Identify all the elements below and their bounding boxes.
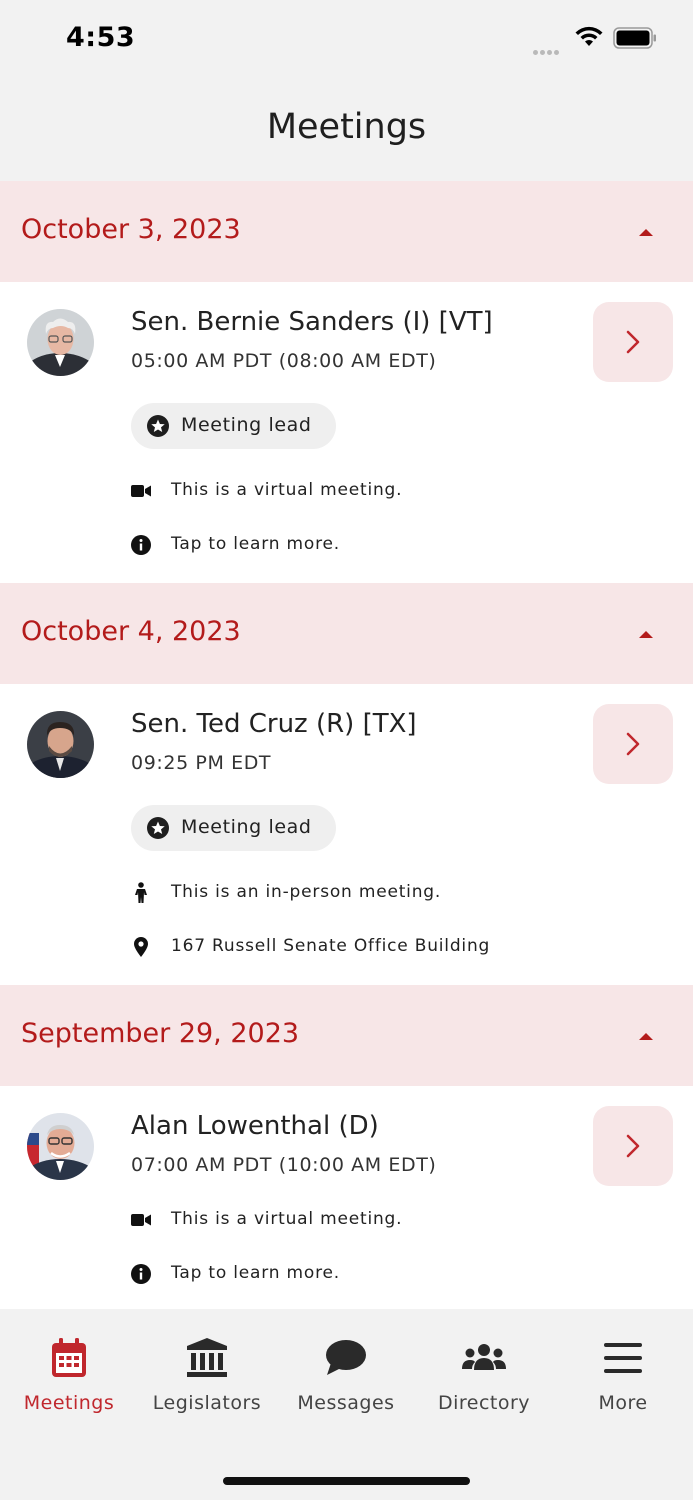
avatar <box>27 309 94 376</box>
video-camera-icon <box>131 480 151 502</box>
tab-directory[interactable]: Directory <box>415 1335 553 1435</box>
status-bar: 4:53 <box>0 0 693 80</box>
navigation-header: Meetings <box>0 80 693 181</box>
people-group-icon <box>415 1335 553 1381</box>
date-section-header[interactable]: October 3, 2023 <box>0 181 693 282</box>
meeting-card[interactable]: Sen. Bernie Sanders (I) [VT] 05:00 AM PD… <box>0 282 693 583</box>
tab-meetings[interactable]: Meetings <box>0 1335 138 1435</box>
meetings-list[interactable]: October 3, 2023 Sen. Bernie Sanders (I) … <box>0 181 693 1309</box>
legislator-name: Sen. Bernie Sanders (I) [VT] <box>131 307 493 337</box>
legislator-name: Alan Lowenthal (D) <box>131 1111 379 1141</box>
status-time: 4:53 <box>66 22 136 53</box>
tab-more[interactable]: More <box>554 1335 692 1435</box>
open-meeting-button[interactable] <box>593 704 673 784</box>
avatar <box>27 1113 94 1180</box>
meeting-time: 09:25 PM EDT <box>131 752 272 774</box>
chevron-right-icon <box>626 732 640 756</box>
tab-label: Legislators <box>152 1392 262 1414</box>
meeting-type-text: This is a virtual meeting. <box>171 1209 403 1229</box>
legislator-name: Sen. Ted Cruz (R) [TX] <box>131 709 417 739</box>
section-date: September 29, 2023 <box>21 1018 300 1049</box>
chevron-right-icon <box>626 330 640 354</box>
meeting-info-text: Tap to learn more. <box>171 534 340 554</box>
meeting-card[interactable]: Sen. Ted Cruz (R) [TX] 09:25 PM EDT Meet… <box>0 684 693 985</box>
info-icon <box>131 1263 151 1285</box>
meeting-lead-badge: Meeting lead <box>131 805 336 851</box>
open-meeting-button[interactable] <box>593 1106 673 1186</box>
tab-label: More <box>598 1392 648 1414</box>
meeting-lead-badge: Meeting lead <box>131 403 336 449</box>
date-section-header[interactable]: September 29, 2023 <box>0 985 693 1086</box>
home-indicator <box>223 1477 470 1485</box>
tab-label: Meetings <box>23 1392 115 1414</box>
bottom-tab-bar: Meetings Legislators Messages Directory … <box>0 1309 693 1500</box>
location-pin-icon <box>131 936 151 958</box>
video-camera-icon <box>131 1209 151 1231</box>
star-icon <box>147 817 169 839</box>
battery-icon <box>613 27 656 49</box>
tab-label: Directory <box>437 1392 531 1414</box>
section-date: October 3, 2023 <box>21 214 241 245</box>
date-section-header[interactable]: October 4, 2023 <box>0 583 693 684</box>
meeting-type-text: This is an in-person meeting. <box>171 882 442 902</box>
meeting-time: 05:00 AM PDT (08:00 AM EDT) <box>131 350 437 372</box>
tab-legislators[interactable]: Legislators <box>138 1335 276 1435</box>
info-icon <box>131 534 151 556</box>
tab-label: Messages <box>297 1392 395 1414</box>
calendar-icon <box>0 1335 138 1381</box>
meeting-card[interactable]: Alan Lowenthal (D) 07:00 AM PDT (10:00 A… <box>0 1086 693 1309</box>
capitol-building-icon <box>138 1335 276 1381</box>
meeting-time: 07:00 AM PDT (10:00 AM EDT) <box>131 1154 437 1176</box>
meeting-info-text: Tap to learn more. <box>171 1263 340 1283</box>
section-date: October 4, 2023 <box>21 616 241 647</box>
cellular-signal-icon <box>533 40 561 59</box>
page-title: Meetings <box>266 107 427 147</box>
chevron-right-icon <box>626 1134 640 1158</box>
hamburger-menu-icon <box>554 1335 692 1381</box>
person-icon <box>131 882 151 904</box>
meeting-location-text: 167 Russell Senate Office Building <box>171 936 491 956</box>
open-meeting-button[interactable] <box>593 302 673 382</box>
meeting-lead-label: Meeting lead <box>181 414 312 436</box>
caret-up-icon[interactable] <box>636 627 656 641</box>
tab-messages[interactable]: Messages <box>277 1335 415 1435</box>
star-icon <box>147 415 169 437</box>
caret-up-icon[interactable] <box>636 225 656 239</box>
meeting-lead-label: Meeting lead <box>181 816 312 838</box>
chat-bubble-icon <box>277 1335 415 1381</box>
wifi-icon <box>575 26 603 46</box>
meeting-type-text: This is a virtual meeting. <box>171 480 403 500</box>
caret-up-icon[interactable] <box>636 1029 656 1043</box>
avatar <box>27 711 94 778</box>
